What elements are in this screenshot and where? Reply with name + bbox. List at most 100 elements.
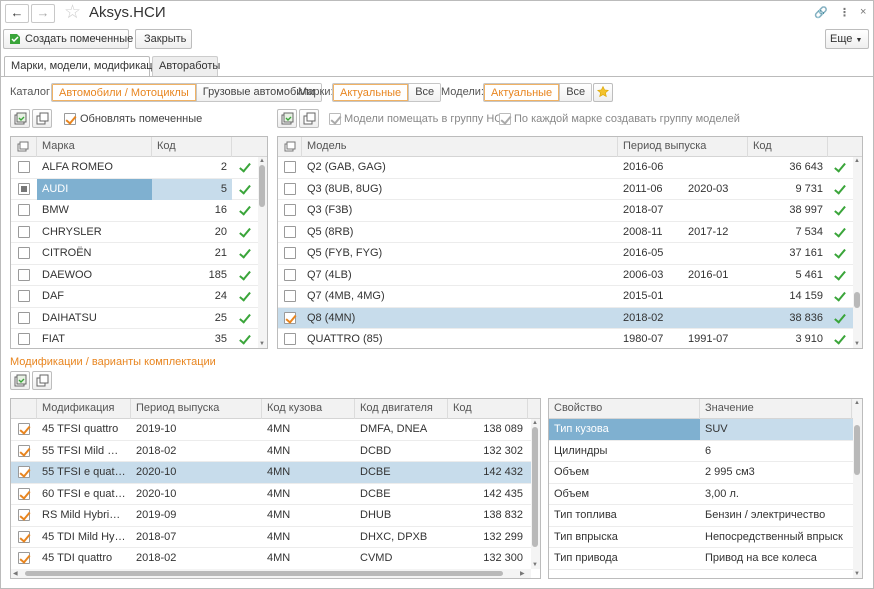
models-option-all[interactable]: Все — [559, 84, 592, 101]
table-row[interactable]: Q2 (GAB, GAG) 2016-06 36 643 — [278, 157, 853, 179]
table-row[interactable]: Q7 (4LB) 2006-03 2016-01 5 461 — [278, 265, 853, 286]
scroll-down-icon[interactable]: ▼ — [854, 341, 860, 347]
models-vertical-scrollbar[interactable]: ▲ ▼ — [853, 157, 862, 348]
table-row[interactable]: AUDI 5 — [11, 178, 258, 200]
tab-autoworks[interactable]: Автоработы — [152, 56, 220, 76]
table-row[interactable]: CHRYSLER 20 — [11, 222, 258, 243]
row-checkbox[interactable] — [18, 466, 30, 478]
scroll-thumb[interactable] — [259, 165, 265, 207]
column-check-header[interactable] — [278, 137, 302, 157]
table-row[interactable]: BMW 16 — [11, 200, 258, 222]
table-row[interactable]: DAF 24 — [11, 286, 258, 308]
modifications-refresh-button[interactable] — [10, 371, 30, 390]
table-row[interactable]: 45 TDI quattro 2018-02 4MN CVMD 132 300 — [11, 548, 531, 570]
table-row[interactable]: Цилиндры 6 — [549, 441, 853, 462]
row-checkbox[interactable] — [284, 225, 296, 238]
column-mark-header[interactable]: Марка — [37, 137, 152, 157]
row-checkbox[interactable] — [18, 268, 30, 281]
row-checkbox[interactable] — [284, 182, 296, 195]
column-period-header[interactable]: Период выпуска — [618, 137, 748, 157]
table-row[interactable]: Тип кузова SUV — [549, 419, 853, 441]
row-checkbox[interactable] — [18, 204, 30, 216]
column-engine-code-header[interactable]: Код двигателя — [355, 399, 448, 419]
models-option-actual[interactable]: Актуальные — [484, 84, 560, 101]
marks-option-actual[interactable]: Актуальные — [333, 84, 409, 101]
column-code-header[interactable]: Код — [152, 137, 232, 157]
column-model-header[interactable]: Модель — [302, 137, 618, 157]
table-row[interactable]: 55 TFSI Mild Hy... 2018-02 4MN DCBD 132 302 — [11, 441, 531, 462]
table-row[interactable]: 60 TFSI e quattro 2020-10 4MN DCBE 142 435 — [11, 484, 531, 505]
properties-vertical-scrollbar[interactable]: ▲ ▼ — [853, 399, 862, 578]
table-row[interactable]: Объем 3,00 л. — [549, 484, 853, 505]
scroll-up-icon[interactable]: ▲ — [854, 158, 860, 164]
column-code-header[interactable]: Код — [748, 137, 828, 157]
row-checkbox[interactable] — [18, 290, 30, 302]
row-checkbox[interactable] — [18, 311, 30, 324]
table-row[interactable]: DAEWOO 185 — [11, 265, 258, 286]
scroll-down-icon[interactable]: ▼ — [259, 341, 265, 347]
column-check-header[interactable] — [11, 399, 37, 419]
row-checkbox[interactable] — [18, 487, 30, 500]
scroll-thumb[interactable] — [854, 425, 860, 475]
scroll-thumb[interactable] — [25, 571, 503, 576]
row-checkbox[interactable] — [284, 161, 296, 173]
row-checkbox[interactable] — [18, 509, 30, 521]
row-checkbox[interactable] — [18, 333, 30, 345]
table-row[interactable]: DAIHATSU 25 — [11, 308, 258, 329]
scroll-down-icon[interactable]: ▼ — [532, 562, 538, 568]
tab-marks-models[interactable]: Марки, модели, модификации — [4, 56, 165, 77]
update-checked-checkbox[interactable] — [64, 113, 76, 125]
row-checkbox[interactable] — [284, 290, 296, 302]
scroll-up-icon[interactable]: ▲ — [259, 158, 265, 164]
scroll-thumb[interactable] — [532, 427, 538, 547]
more-button[interactable]: Еще ▼ — [825, 29, 869, 49]
table-row[interactable]: Q5 (8RB) 2008-11 2017-12 7 534 — [278, 222, 853, 243]
close-icon[interactable]: × — [860, 6, 866, 18]
marks-copy-button[interactable] — [32, 109, 52, 128]
table-row[interactable]: FIAT 35 — [11, 329, 258, 348]
table-row[interactable]: 55 TFSI e quattro 2020-10 4MN DCBE 142 432 — [11, 462, 531, 484]
link-icon[interactable]: 🔗 — [814, 6, 828, 19]
table-row[interactable]: Q8 (4MN) 2018-02 38 836 — [278, 307, 853, 329]
scroll-left-icon[interactable]: ◀ — [13, 570, 18, 577]
row-checkbox[interactable] — [18, 444, 30, 457]
forward-button[interactable]: → — [31, 4, 55, 23]
scroll-thumb[interactable] — [854, 292, 860, 308]
table-row[interactable]: 45 TFSI quattro 2019-10 4MN DMFA, DNEA 138 0… — [11, 419, 531, 441]
catalog-option-cars[interactable]: Автомобили / Мотоциклы — [52, 84, 196, 101]
modifications-vertical-scrollbar[interactable]: ▲ ▼ — [531, 419, 540, 569]
back-button[interactable]: ← — [5, 4, 29, 23]
column-check-header[interactable] — [11, 137, 37, 157]
marks-refresh-button[interactable] — [10, 109, 30, 128]
group-per-mark-checkbox[interactable] — [499, 113, 511, 125]
table-row[interactable]: ALFA ROMEO 2 — [11, 157, 258, 179]
row-checkbox[interactable] — [18, 530, 30, 543]
modifications-horizontal-scrollbar[interactable]: ◀ ▶ — [11, 569, 531, 578]
models-to-group-checkbox[interactable] — [329, 113, 341, 125]
more-vertical-icon[interactable]: ⋮ — [839, 6, 850, 19]
marks-switch[interactable]: Актуальные Все — [332, 83, 442, 102]
close-button[interactable]: Закрыть — [135, 29, 192, 49]
column-code-header[interactable]: Код — [448, 399, 528, 419]
row-checkbox[interactable] — [284, 247, 296, 259]
row-checkbox[interactable] — [18, 247, 30, 259]
column-period-header[interactable]: Период выпуска — [131, 399, 262, 419]
favorites-button[interactable] — [593, 83, 613, 102]
table-row[interactable]: QUATTRO (85) 1980-07 1991-07 3 910 — [278, 329, 853, 348]
row-checkbox[interactable] — [284, 268, 296, 281]
table-row[interactable]: Тип привода Привод на все колеса — [549, 548, 853, 570]
table-row[interactable]: RS Mild Hybrid ... 2019-09 4MN DHUB 138 832 — [11, 505, 531, 527]
row-checkbox[interactable] — [18, 552, 30, 564]
catalog-switch[interactable]: Автомобили / Мотоциклы Грузовые автомоби… — [51, 83, 322, 102]
table-row[interactable]: Объем 2 995 см3 — [549, 462, 853, 484]
table-row[interactable]: Q3 (F3B) 2018-07 38 997 — [278, 200, 853, 222]
row-checkbox[interactable] — [284, 204, 296, 216]
row-checkbox[interactable] — [284, 333, 296, 345]
models-copy-button[interactable] — [299, 109, 319, 128]
column-modification-header[interactable]: Модификация — [37, 399, 131, 419]
row-checkbox[interactable] — [284, 311, 296, 324]
favorite-star-icon[interactable]: ☆ — [64, 3, 81, 23]
table-row[interactable]: Q5 (FYB, FYG) 2016-05 37 161 — [278, 243, 853, 265]
scroll-up-icon[interactable]: ▲ — [854, 400, 860, 406]
scroll-up-icon[interactable]: ▲ — [532, 420, 538, 426]
